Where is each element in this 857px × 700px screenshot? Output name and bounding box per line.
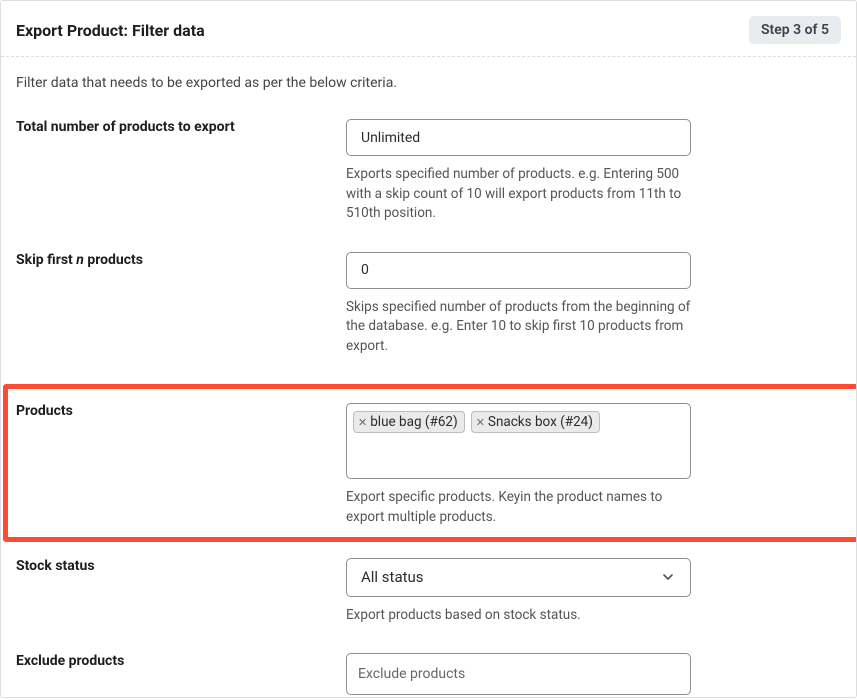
- field-stock-status: Stock status All status Export products …: [16, 558, 841, 626]
- filter-intro-text: Filter data that needs to be exported as…: [16, 75, 841, 91]
- total-products-help: Exports specified number of products. e.…: [346, 165, 691, 224]
- skip-label-n: n: [76, 252, 84, 268]
- skip-products-input[interactable]: [346, 252, 691, 289]
- total-products-input[interactable]: [346, 119, 691, 156]
- remove-tag-icon[interactable]: ✕: [476, 417, 485, 428]
- products-help: Export specific products. Keyin the prod…: [346, 488, 691, 527]
- field-skip-products: Skip first n products Skips specified nu…: [16, 252, 841, 357]
- product-tag-label: Snacks box (#24): [488, 414, 593, 430]
- field-total-products: Total number of products to export Expor…: [16, 119, 841, 224]
- page-header: Export Product: Filter data Step 3 of 5: [1, 1, 856, 57]
- skip-label-suffix: products: [84, 252, 143, 268]
- page-title: Export Product: Filter data: [16, 21, 205, 40]
- step-indicator-badge: Step 3 of 5: [749, 16, 841, 44]
- exclude-products-placeholder: Exclude products: [358, 666, 465, 682]
- stock-status-selected: All status: [361, 568, 424, 586]
- exclude-products-input[interactable]: Exclude products: [346, 653, 691, 695]
- skip-label-prefix: Skip first: [16, 252, 76, 268]
- product-tag[interactable]: ✕ blue bag (#62): [353, 411, 465, 433]
- field-exclude-products: Exclude products Exclude products Use th…: [16, 653, 841, 698]
- skip-products-help: Skips specified number of products from …: [346, 298, 691, 357]
- stock-status-help: Export products based on stock status.: [346, 606, 691, 626]
- chevron-down-icon: [660, 569, 676, 585]
- remove-tag-icon[interactable]: ✕: [358, 417, 367, 428]
- total-products-label: Total number of products to export: [16, 119, 346, 224]
- product-tag[interactable]: ✕ Snacks box (#24): [471, 411, 600, 433]
- stock-status-label: Stock status: [16, 558, 346, 626]
- field-products: Products ✕ blue bag (#62) ✕ Snacks box (…: [16, 403, 836, 527]
- products-label: Products: [16, 403, 346, 527]
- skip-products-label: Skip first n products: [16, 252, 346, 357]
- stock-status-select[interactable]: All status: [346, 558, 691, 597]
- products-highlight-box: Products ✕ blue bag (#62) ✕ Snacks box (…: [3, 384, 857, 541]
- product-tag-label: blue bag (#62): [370, 414, 457, 430]
- exclude-products-label: Exclude products: [16, 653, 346, 698]
- products-tag-input[interactable]: ✕ blue bag (#62) ✕ Snacks box (#24): [346, 403, 691, 479]
